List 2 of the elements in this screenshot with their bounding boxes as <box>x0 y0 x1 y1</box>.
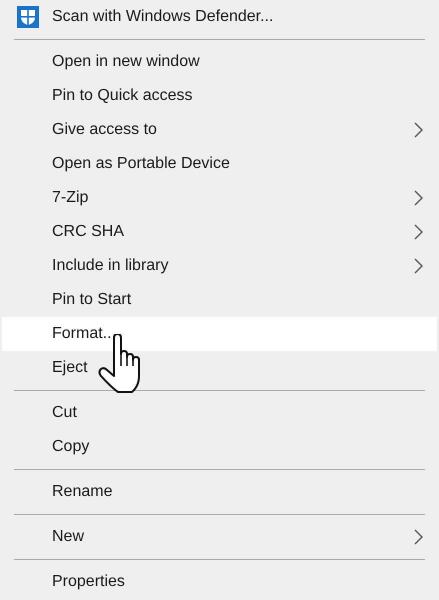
menu-item[interactable]: Format... <box>2 317 437 351</box>
shield-icon <box>17 6 39 28</box>
